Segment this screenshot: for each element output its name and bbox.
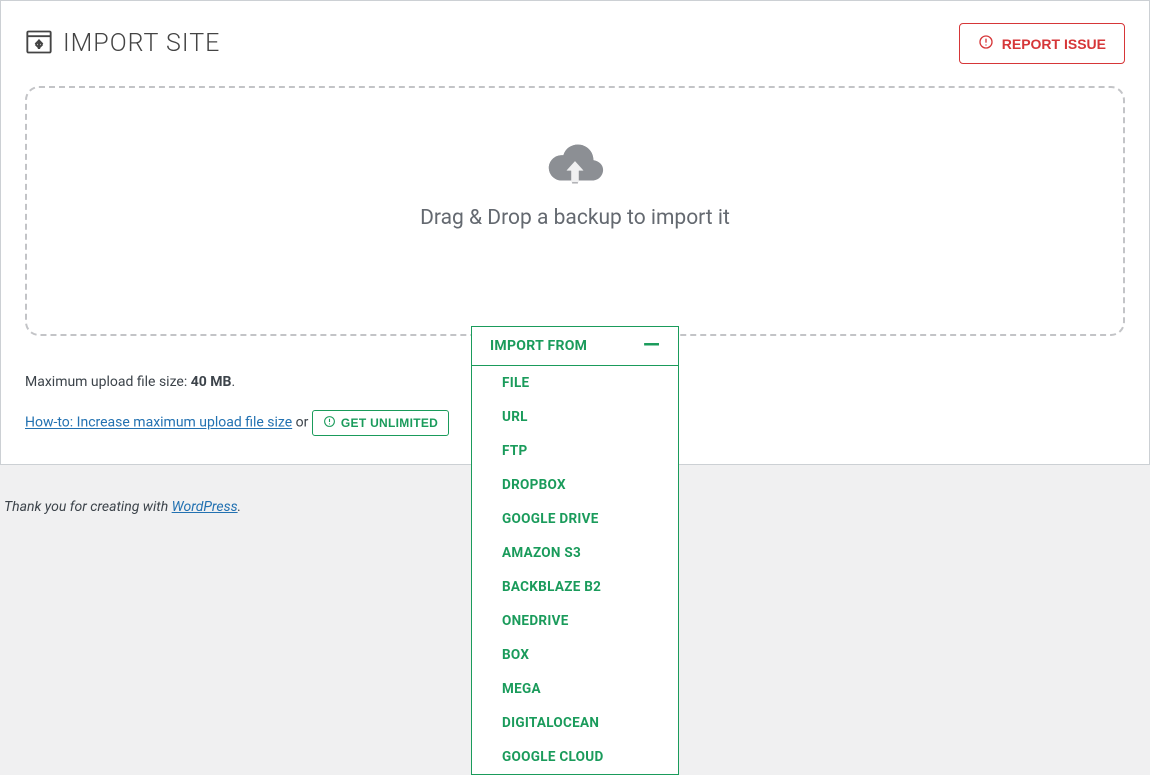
import-from-option-digitalocean[interactable]: DIGITALOCEAN — [472, 706, 678, 740]
get-unlimited-label: GET UNLIMITED — [341, 416, 438, 430]
import-from-option-box[interactable]: BOX — [472, 638, 678, 672]
report-issue-label: REPORT ISSUE — [1002, 36, 1106, 52]
howto-increase-upload-link[interactable]: How-to: Increase maximum upload file siz… — [25, 415, 292, 431]
import-from-option-onedrive[interactable]: ONEDRIVE — [472, 604, 678, 638]
import-from-option-google-drive[interactable]: GOOGLE DRIVE — [472, 502, 678, 536]
import-from-option-mega[interactable]: MEGA — [472, 672, 678, 706]
alert-icon — [978, 34, 994, 53]
or-text: or — [296, 415, 312, 431]
page-header: IMPORT SITE REPORT ISSUE — [25, 23, 1125, 64]
page-title: IMPORT SITE — [63, 29, 220, 58]
import-from-option-backblaze-b2[interactable]: BACKBLAZE B2 — [472, 570, 678, 604]
import-from-option-dropbox[interactable]: DROPBOX — [472, 468, 678, 502]
import-from-button[interactable]: IMPORT FROM — — [471, 326, 679, 366]
collapse-icon: — — [643, 339, 660, 353]
dropzone[interactable]: Drag & Drop a backup to import it — [25, 86, 1125, 336]
import-from-option-amazon-s3[interactable]: AMAZON S3 — [472, 536, 678, 570]
import-from-menu: FILEURLFTPDROPBOXGOOGLE DRIVEAMAZON S3BA… — [471, 366, 679, 775]
import-from-option-url[interactable]: URL — [472, 400, 678, 434]
import-from-label: IMPORT FROM — [490, 338, 587, 354]
info-icon — [323, 415, 336, 431]
cloud-upload-icon — [544, 140, 606, 192]
dropzone-text: Drag & Drop a backup to import it — [420, 206, 730, 230]
report-issue-button[interactable]: REPORT ISSUE — [959, 23, 1125, 64]
import-from-option-ftp[interactable]: FTP — [472, 434, 678, 468]
import-site-icon — [25, 28, 53, 60]
wordpress-link[interactable]: WordPress — [172, 499, 238, 515]
import-from-option-file[interactable]: FILE — [472, 366, 678, 400]
import-from-option-google-cloud[interactable]: GOOGLE CLOUD — [472, 740, 678, 774]
get-unlimited-button[interactable]: GET UNLIMITED — [312, 410, 449, 436]
